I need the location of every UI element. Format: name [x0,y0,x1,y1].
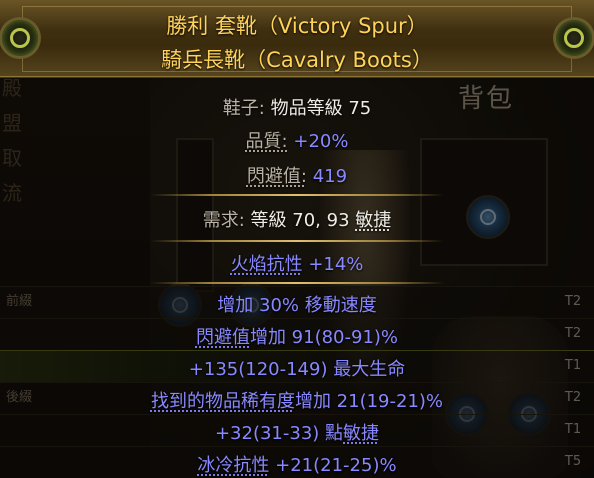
explicit-mod-line: +135(120-149) 最大生命 [0,355,594,381]
explicit-mod-line: 冰冷抗性 +21(21-25)% [0,451,594,477]
requirements-level: 等級 70, [250,210,321,231]
implicit-stat: 火焰抗性 [230,254,303,275]
explicit-mod-line: 找到的物品稀有度增加 21(19-21)% [0,387,594,413]
item-category: 鞋子: [222,98,265,119]
quality-value: +20% [293,131,349,152]
mod-underlined-term: 閃避值 [195,327,250,348]
implicit-value: +14% [308,254,364,275]
requirements-dex-label: 敏捷 [355,210,392,231]
explicit-mod-line: 閃避值增加 91(80-91)% [0,323,594,349]
evasion-line: 閃避值: 419 [0,162,594,188]
item-tooltip-header: 勝利 套靴（Victory Spur） 騎兵長靴（Cavalry Boots） [0,0,594,78]
separator [150,282,444,284]
mod-underlined-term: 冰冷抗性 [197,455,270,476]
mod-text: +32(31-33) 點 [214,423,344,444]
mod-text: 增加 21(19-21)% [294,391,444,412]
requirements-dex-value: 93 [326,210,350,231]
mod-text: +135(120-149) 最大生命 [188,359,406,380]
requirements-label: 需求: [202,210,245,231]
mod-underlined-term: 敏捷 [343,423,380,444]
item-name: 勝利 套靴（Victory Spur） [166,14,428,38]
separator [150,194,444,196]
explicit-mod-line: 增加 30% 移動速度 [0,291,594,317]
mod-text: 增加 30% 移動速度 [217,295,377,316]
separator [150,240,444,242]
quality-label: 品質: [245,131,288,152]
mod-underlined-term: 找到的物品稀有度 [150,391,295,412]
requirements-line: 需求: 等級 70, 93 敏捷 [0,206,594,232]
mod-text: +21(21-25)% [269,455,397,476]
quality-line: 品質: +20% [0,127,594,153]
item-level-label: 物品等級 [270,98,343,119]
item-base-type: 騎兵長靴（Cavalry Boots） [161,48,433,72]
item-level-value: 75 [348,98,372,119]
item-category-line: 鞋子: 物品等級 75 [0,94,594,120]
implicit-line: 火焰抗性 +14% [0,250,594,276]
evasion-label: 閃避值: [246,166,307,187]
explicit-mod-line: +32(31-33) 點敏捷 [0,419,594,445]
mod-text: 增加 91(80-91)% [249,327,399,348]
evasion-value: 419 [312,166,348,187]
